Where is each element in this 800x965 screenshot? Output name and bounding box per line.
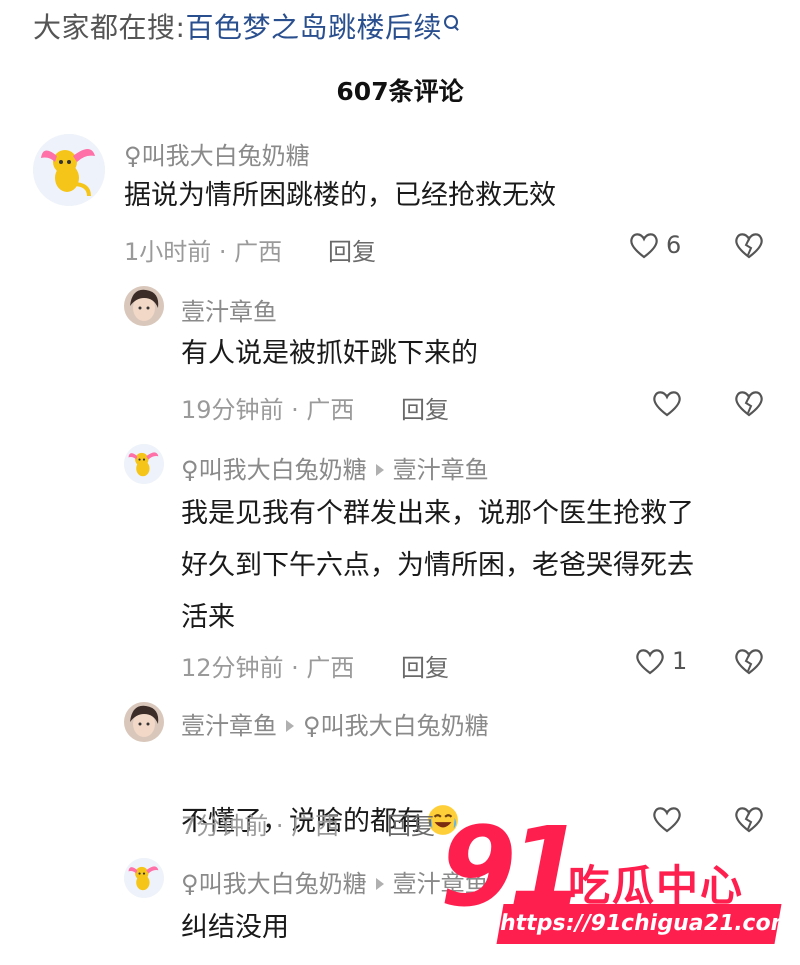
reply-button[interactable]: 回复: [401, 648, 449, 683]
like-button[interactable]: [651, 388, 689, 418]
dislike-button[interactable]: [733, 230, 765, 264]
comment-content: 纠结没用: [181, 912, 289, 943]
comment-username[interactable]: 壹汁章鱼: [181, 292, 277, 327]
cartoon-avatar-image: [124, 858, 164, 898]
site-watermark-logo: 91 吃瓜中心 https://91chigua21.com: [440, 812, 796, 952]
dislike-button[interactable]: [733, 388, 765, 422]
comment-meta: 7分钟前 · 广西: [181, 812, 340, 840]
comment-username[interactable]: ♀叫我大白兔奶糖: [124, 136, 310, 171]
photo-avatar-image: [124, 702, 164, 742]
comment-content: 有人说是被抓奸跳下来的: [181, 338, 478, 369]
comment-count-title: 607条评论: [336, 77, 464, 106]
like-button[interactable]: 1: [634, 646, 687, 676]
comment-meta: 12分钟前 · 广西: [181, 654, 355, 682]
heart-icon: [636, 649, 664, 675]
heart-icon: [630, 233, 658, 259]
reply-to-username[interactable]: 壹汁章鱼: [393, 456, 489, 484]
reply-button[interactable]: 回复: [401, 390, 449, 425]
reply-button[interactable]: 回复: [387, 806, 435, 841]
reply-to-username[interactable]: ♀叫我大白兔奶糖: [303, 712, 489, 740]
heart-icon: [653, 391, 681, 417]
reply-arrow-icon: [286, 720, 294, 732]
reply-button[interactable]: 回复: [328, 232, 376, 267]
avatar[interactable]: [124, 444, 164, 484]
broken-heart-icon: [735, 391, 763, 417]
hot-search-query-link[interactable]: 百色梦之岛跳楼后续: [185, 11, 442, 44]
broken-heart-icon: [735, 649, 763, 675]
comment-username[interactable]: 壹汁章鱼: [181, 712, 277, 740]
reply-arrow-icon: [375, 878, 384, 890]
like-count: 1: [672, 647, 688, 675]
cartoon-avatar-image: [33, 134, 105, 206]
like-button[interactable]: 6: [628, 230, 681, 260]
reply-arrow-icon: [375, 464, 384, 476]
hot-search-prefix: 大家都在搜:: [33, 11, 186, 44]
comment-content: 据说为情所困跳楼的，已经抢救无效: [124, 180, 556, 211]
avatar[interactable]: [33, 134, 105, 206]
like-count: 6: [666, 231, 682, 259]
comment-meta: 1小时前 · 广西: [124, 238, 283, 266]
comment-username[interactable]: ♀叫我大白兔奶糖: [181, 456, 367, 484]
comment-meta: 19分钟前 · 广西: [181, 396, 355, 424]
cartoon-avatar-image: [124, 444, 164, 484]
watermark-url: https://91chigua21.com: [496, 904, 796, 944]
avatar[interactable]: [124, 286, 164, 326]
dislike-button[interactable]: [733, 646, 765, 680]
comment-username-line: ♀叫我大白兔奶糖 壹汁章鱼: [181, 450, 489, 485]
avatar[interactable]: [124, 702, 164, 742]
search-icon[interactable]: [443, 15, 458, 29]
comment-content: 我是见我有个群发出来，说那个医生抢救了 好久到下午六点，为情所困，老爸哭得死去 …: [181, 498, 694, 633]
photo-avatar-image: [124, 286, 164, 326]
hot-search-bar[interactable]: 大家都在搜:百色梦之岛跳楼后续: [33, 6, 458, 46]
broken-heart-icon: [735, 233, 763, 259]
comment-username-line: 壹汁章鱼 ♀叫我大白兔奶糖: [181, 706, 489, 741]
avatar[interactable]: [124, 858, 164, 898]
comment-username[interactable]: ♀叫我大白兔奶糖: [181, 870, 367, 898]
